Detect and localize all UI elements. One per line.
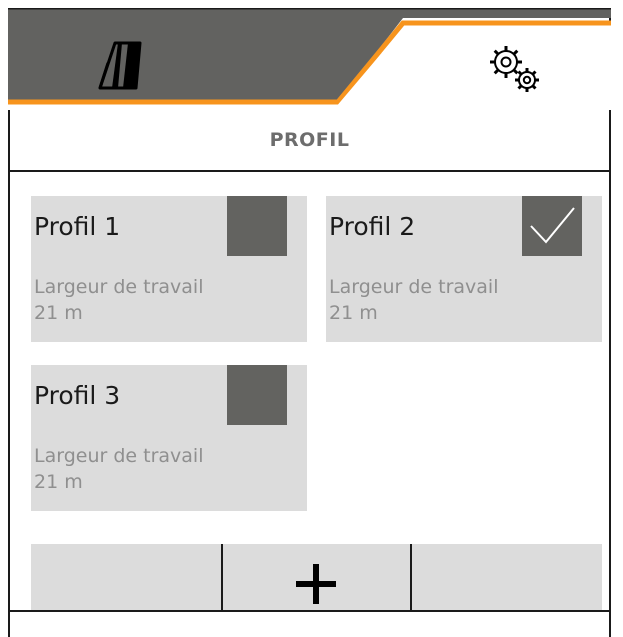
field-view-tab[interactable]	[68, 18, 188, 98]
add-profile-button[interactable]	[223, 544, 410, 610]
field-tracks-icon	[98, 41, 142, 90]
profile-width-value: 21 m	[34, 471, 83, 493]
toolbar-empty-left[interactable]	[31, 544, 221, 610]
profile-name: Profil 1	[34, 212, 121, 241]
profile-name: Profil 2	[329, 212, 416, 241]
profile-width-value: 21 m	[34, 302, 83, 324]
page-header: PROFIL	[10, 110, 609, 172]
plus-icon	[296, 564, 336, 604]
checkmark-icon	[530, 207, 575, 244]
profile-description: Largeur de travail 21 m	[329, 274, 499, 326]
profile-name: Profil 3	[34, 381, 121, 410]
toolbar-empty-right[interactable]	[412, 544, 602, 610]
profile-card-2[interactable]: Profil 2 Largeur de travail 21 m	[326, 196, 602, 342]
profile-select-checkbox[interactable]	[227, 365, 287, 425]
frame-bottom-border	[8, 610, 611, 612]
profile-width-label: Largeur de travail	[34, 445, 204, 467]
page-title: PROFIL	[269, 129, 350, 151]
profile-width-value: 21 m	[329, 302, 378, 324]
profile-select-checkbox[interactable]	[227, 196, 287, 256]
bottom-toolbar	[31, 544, 602, 610]
gears-icon	[490, 46, 539, 92]
settings-tab[interactable]	[428, 30, 598, 110]
profile-select-checkbox[interactable]	[522, 196, 582, 256]
profile-description: Largeur de travail 21 m	[34, 443, 204, 495]
profile-width-label: Largeur de travail	[329, 276, 499, 298]
tab-bar	[8, 8, 611, 110]
profile-card-3[interactable]: Profil 3 Largeur de travail 21 m	[31, 365, 307, 511]
profile-description: Largeur de travail 21 m	[34, 274, 204, 326]
profile-card-1[interactable]: Profil 1 Largeur de travail 21 m	[31, 196, 307, 342]
profile-width-label: Largeur de travail	[34, 276, 204, 298]
